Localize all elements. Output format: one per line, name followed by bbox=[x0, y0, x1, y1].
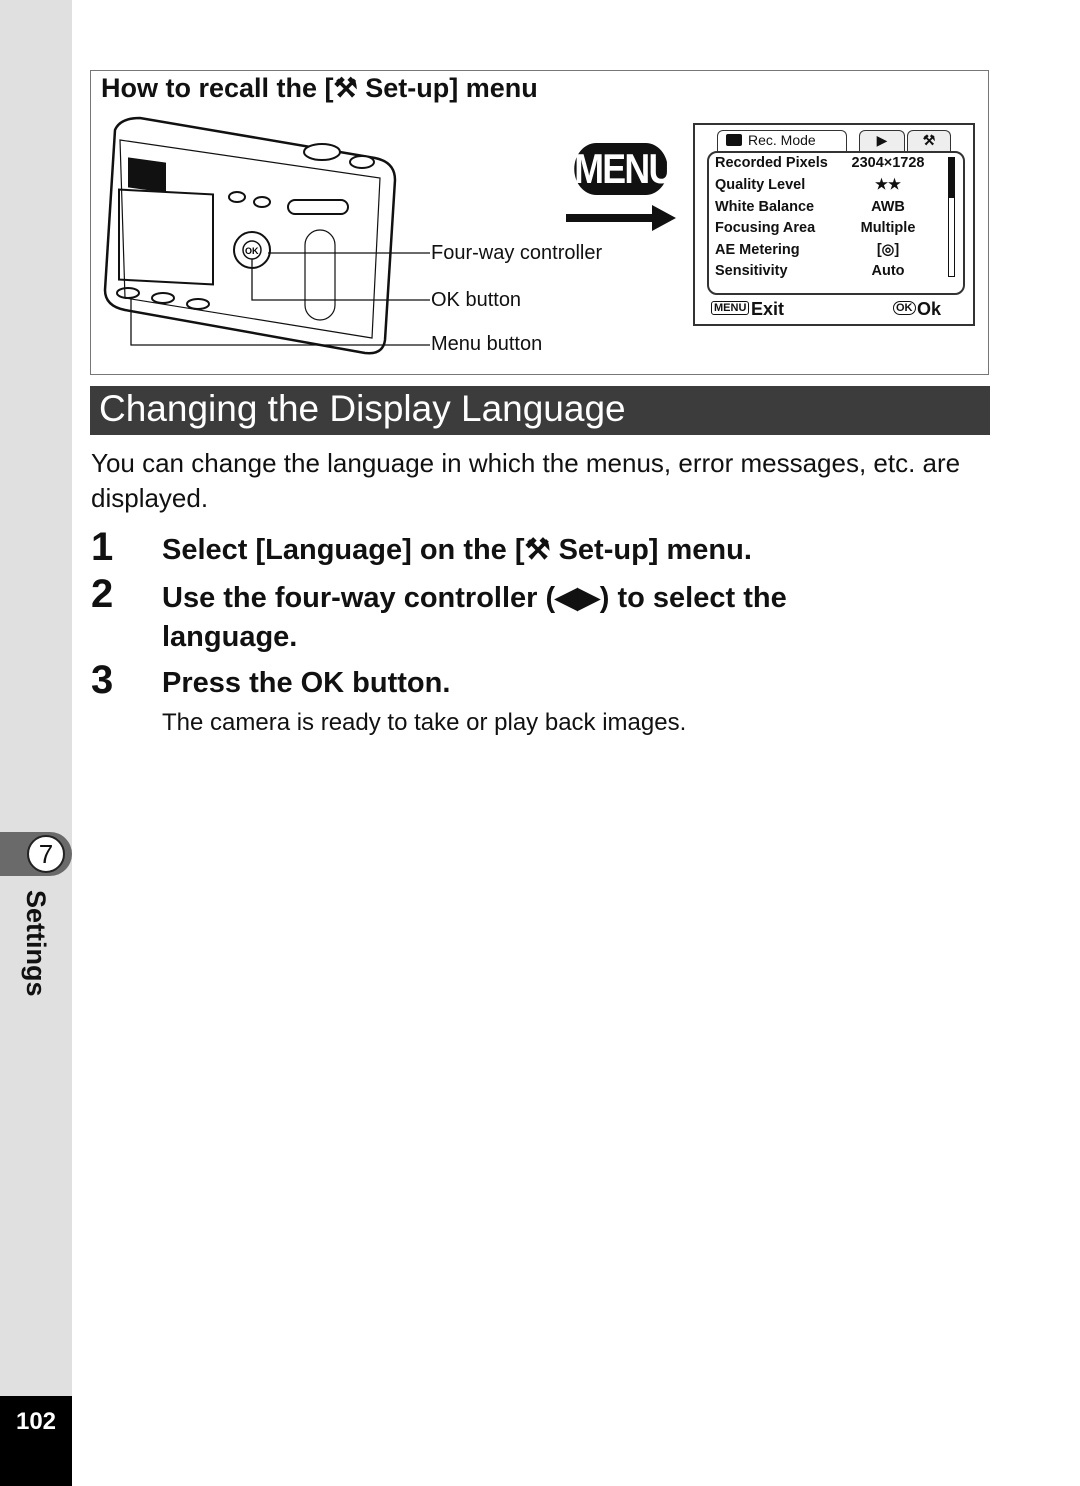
menu-row-value: Auto bbox=[871, 263, 905, 279]
step-number: 1 bbox=[91, 525, 114, 569]
page-number: 102 bbox=[0, 1396, 72, 1486]
step-text: Select [Language] on the [⚒ Set-up] menu… bbox=[162, 534, 752, 566]
step-number: 2 bbox=[91, 572, 114, 616]
ok-label: Ok bbox=[917, 299, 942, 319]
tab-setup[interactable]: ⚒ bbox=[907, 130, 951, 152]
menu-screen: Rec. Mode ▶ ⚒ Recorded Pixels 2304×1728 … bbox=[693, 123, 975, 326]
menu-row-label: Focusing Area bbox=[715, 220, 816, 236]
step-text: Use the four-way controller (◀▶) to sele… bbox=[162, 582, 787, 653]
menu-row-value: 2304×1728 bbox=[851, 155, 925, 171]
scrollbar[interactable] bbox=[948, 157, 955, 277]
ok-key-icon: OK bbox=[893, 301, 916, 315]
section-title: Changing the Display Language bbox=[90, 386, 990, 435]
menu-row-label: AE Metering bbox=[715, 242, 800, 258]
menu-row-label: Quality Level bbox=[715, 177, 806, 193]
step-note: The camera is ready to take or play back… bbox=[162, 709, 687, 736]
step-number: 3 bbox=[91, 658, 114, 702]
arrow-right-icon bbox=[566, 205, 676, 231]
svg-text:OK: OK bbox=[245, 246, 259, 256]
menu-row-value: ★★ bbox=[875, 177, 901, 193]
callout-four-way-controller: Four-way controller bbox=[431, 242, 603, 264]
camera-icon bbox=[726, 134, 742, 146]
menu-row-value: [◎] bbox=[876, 242, 900, 258]
intro-text: You can change the language in which the… bbox=[91, 448, 961, 513]
menu-row-value: Multiple bbox=[860, 220, 916, 236]
menu-key-icon: MENU bbox=[711, 301, 750, 315]
menu-row-value: AWB bbox=[871, 199, 905, 215]
menu-key-icon: MENU bbox=[574, 143, 674, 195]
tab-rec-mode[interactable]: Rec. Mode bbox=[717, 130, 847, 152]
callout-menu-button: Menu button bbox=[431, 333, 543, 355]
menu-row-label: Recorded Pixels bbox=[715, 155, 828, 171]
camera-illustration: OK bbox=[103, 116, 430, 355]
recall-box-title: How to recall the [⚒ Set-up] menu bbox=[101, 73, 538, 103]
sidebar bbox=[0, 0, 72, 1486]
exit-label: Exit bbox=[751, 299, 785, 319]
callout-ok-button: OK button bbox=[431, 289, 522, 311]
chapter-number: 7 bbox=[27, 835, 65, 873]
chapter-title: Settings bbox=[21, 890, 51, 997]
tab-playback[interactable]: ▶ bbox=[859, 130, 905, 152]
tab-rec-mode-label: Rec. Mode bbox=[748, 132, 816, 148]
menu-row-label: White Balance bbox=[715, 199, 815, 215]
step-text: Press the OK button. bbox=[162, 667, 451, 699]
menu-row-label: Sensitivity bbox=[715, 263, 788, 279]
